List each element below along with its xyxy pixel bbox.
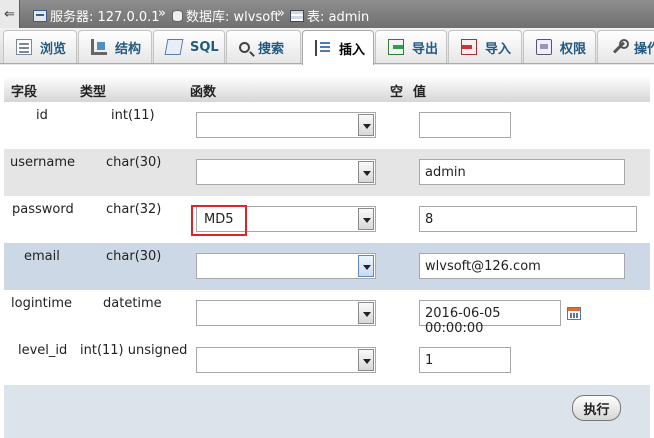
tab-browse-label: 浏览 [40, 41, 67, 57]
breadcrumb-database[interactable]: 数据库: wlvsoft [172, 6, 280, 25]
breadcrumb-server[interactable]: 服务器: 127.0.0.1 [33, 6, 160, 25]
value-input[interactable]: wlvsoft@126.com [419, 253, 625, 279]
column-header-type: 类型 [80, 85, 107, 100]
chevron-down-icon[interactable] [358, 114, 374, 136]
structure-icon [91, 39, 107, 55]
tab-bar: 浏览 结构 SQL 搜索 插入 导出 导入 权限 操作 [0, 28, 654, 65]
database-icon [172, 9, 183, 22]
breadcrumb-server-label[interactable]: 服务器: 127.0.0.1 [50, 6, 160, 25]
value-input[interactable]: 1 [419, 347, 511, 373]
tab-import-label: 导入 [485, 41, 512, 57]
tab-browse[interactable]: 浏览 [3, 30, 77, 63]
chevron-down-icon[interactable] [358, 161, 374, 183]
tab-privileges[interactable]: 权限 [523, 30, 596, 63]
form-footer: 执行 [4, 385, 650, 438]
column-header-function: 函数 [190, 85, 217, 100]
breadcrumb-separator: » [277, 6, 285, 21]
table-row: logintime datetime 2016-06-05 00:00:00 [4, 290, 650, 337]
column-header-value: 值 [413, 85, 427, 100]
tab-import[interactable]: 导入 [448, 30, 522, 63]
tab-insert[interactable]: 插入 [302, 30, 374, 65]
field-name: username [10, 155, 75, 170]
search-icon [239, 41, 250, 53]
value-input[interactable] [419, 112, 511, 138]
tab-structure[interactable]: 结构 [78, 30, 152, 63]
function-select[interactable] [196, 300, 376, 326]
browse-icon [16, 39, 32, 55]
field-name: id [36, 108, 48, 123]
tab-search-label: 搜索 [258, 41, 285, 57]
tab-operations[interactable]: 操作 [597, 30, 654, 63]
value-input[interactable]: admin [419, 159, 625, 185]
tab-sql[interactable]: SQL [153, 30, 225, 63]
function-select[interactable] [196, 112, 376, 138]
value-input[interactable]: 2016-06-05 00:00:00 [419, 300, 561, 336]
import-icon [461, 39, 477, 55]
tab-insert-label: 插入 [339, 42, 366, 58]
field-type: int(11) [111, 108, 155, 123]
field-type: char(30) [106, 155, 162, 170]
breadcrumb-separator: » [158, 6, 166, 21]
field-name: password [12, 202, 74, 217]
table-row: id int(11) [4, 102, 650, 149]
table-row: username char(30) admin [4, 149, 650, 196]
chevron-down-icon[interactable] [358, 349, 374, 371]
value-input[interactable]: 8 [419, 206, 637, 232]
tab-search[interactable]: 搜索 [226, 30, 301, 63]
tab-export-label: 导出 [412, 41, 439, 57]
calendar-icon[interactable] [567, 307, 581, 320]
insert-icon [315, 40, 331, 56]
field-type: char(32) [106, 202, 162, 217]
operations-icon [610, 39, 629, 55]
field-name: level_id [18, 343, 68, 358]
function-select[interactable] [196, 159, 376, 185]
breadcrumb: ⇐ 服务器: 127.0.0.1 » 数据库: wlvsoft » 表: adm… [0, 0, 654, 28]
chevron-down-icon[interactable] [358, 302, 374, 324]
field-name: email [24, 249, 60, 264]
breadcrumb-table-label[interactable]: 表: admin [307, 6, 369, 25]
tab-operations-label: 操作 [634, 41, 654, 57]
field-type: datetime [103, 296, 162, 311]
field-type: int(11) unsigned [80, 343, 188, 358]
column-header-null: 空 [390, 85, 404, 100]
tab-sql-label: SQL [190, 39, 219, 55]
insert-form: 字段 类型 函数 空 值 id int(11) username char(30… [0, 65, 654, 438]
breadcrumb-database-label[interactable]: 数据库: wlvsoft [186, 6, 280, 25]
table-row: password char(32) MD5 8 [4, 196, 650, 243]
back-arrow-icon[interactable]: ⇐ [0, 0, 20, 28]
function-highlight-box [191, 205, 247, 236]
tab-structure-label: 结构 [115, 41, 142, 57]
export-icon [388, 39, 404, 55]
chevron-down-icon[interactable] [358, 208, 374, 230]
function-select[interactable] [196, 253, 376, 279]
field-name: logintime [11, 296, 73, 311]
tab-privileges-label: 权限 [560, 41, 587, 57]
function-select[interactable] [196, 347, 376, 373]
chevron-down-icon[interactable] [358, 255, 374, 277]
table-icon [290, 9, 304, 22]
breadcrumb-table[interactable]: 表: admin [290, 6, 369, 25]
privileges-icon [536, 39, 552, 55]
execute-button[interactable]: 执行 [572, 395, 621, 421]
field-type: char(30) [106, 249, 162, 264]
sql-icon [164, 39, 184, 55]
tab-export[interactable]: 导出 [375, 30, 447, 63]
table-header: 字段 类型 函数 空 值 [4, 76, 650, 102]
column-header-field: 字段 [11, 85, 38, 100]
table-row: email char(30) wlvsoft@126.com [4, 243, 650, 290]
table-row: level_id int(11) unsigned 1 [4, 337, 650, 385]
server-icon [33, 9, 47, 22]
